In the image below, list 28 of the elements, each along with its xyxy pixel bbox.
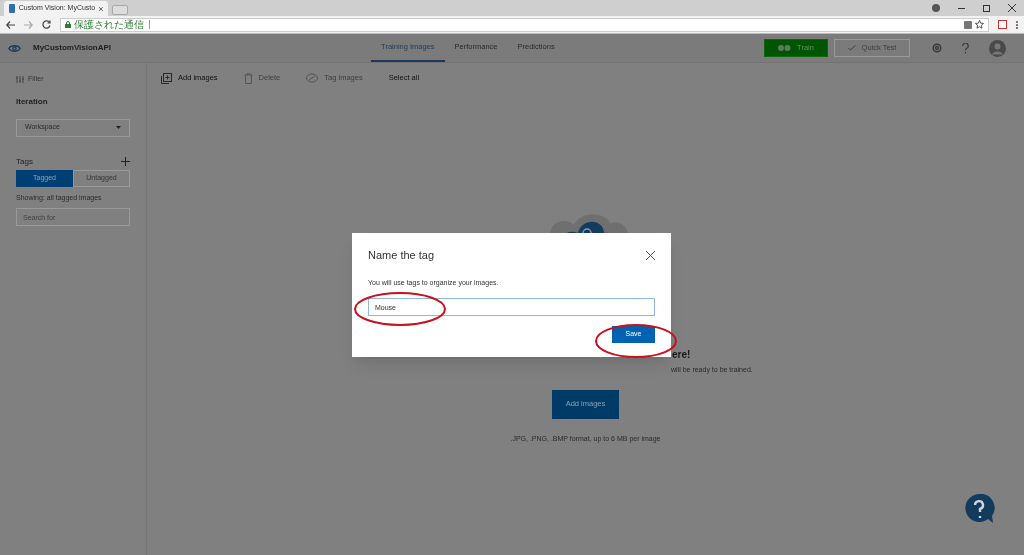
plus-icon[interactable]	[121, 157, 130, 166]
eye-icon	[8, 43, 21, 53]
add-image-icon	[161, 72, 172, 84]
lock-icon	[65, 21, 71, 28]
close-icon[interactable]	[1008, 4, 1016, 12]
caret-icon	[116, 126, 121, 129]
close-icon[interactable]	[646, 250, 655, 260]
help-chat-icon[interactable]	[964, 494, 995, 525]
extension-icon[interactable]	[998, 20, 1007, 29]
help-icon[interactable]	[962, 42, 969, 54]
site-icon	[9, 4, 15, 13]
security-label: 保護された通信	[74, 18, 144, 32]
back-icon[interactable]	[6, 20, 15, 29]
dialog-title: Name the tag	[368, 248, 435, 263]
profile-icon[interactable]	[932, 4, 940, 12]
address-bar[interactable]: 保護された通信	[60, 17, 989, 32]
check-icon	[847, 45, 856, 51]
reload-icon[interactable]	[42, 20, 51, 29]
star-icon[interactable]	[975, 20, 984, 29]
tags-label: Tags	[16, 155, 33, 168]
trash-icon	[243, 72, 253, 84]
minimize-icon[interactable]	[958, 7, 965, 9]
empty-state-heading: ere!	[672, 348, 692, 362]
project-name: MyCustomVisionAPI	[33, 42, 112, 54]
iteration-label: Iteration	[16, 95, 49, 108]
restore-icon[interactable]	[983, 4, 990, 12]
settings-icon[interactable]	[932, 43, 942, 53]
close-icon[interactable]	[99, 5, 103, 12]
